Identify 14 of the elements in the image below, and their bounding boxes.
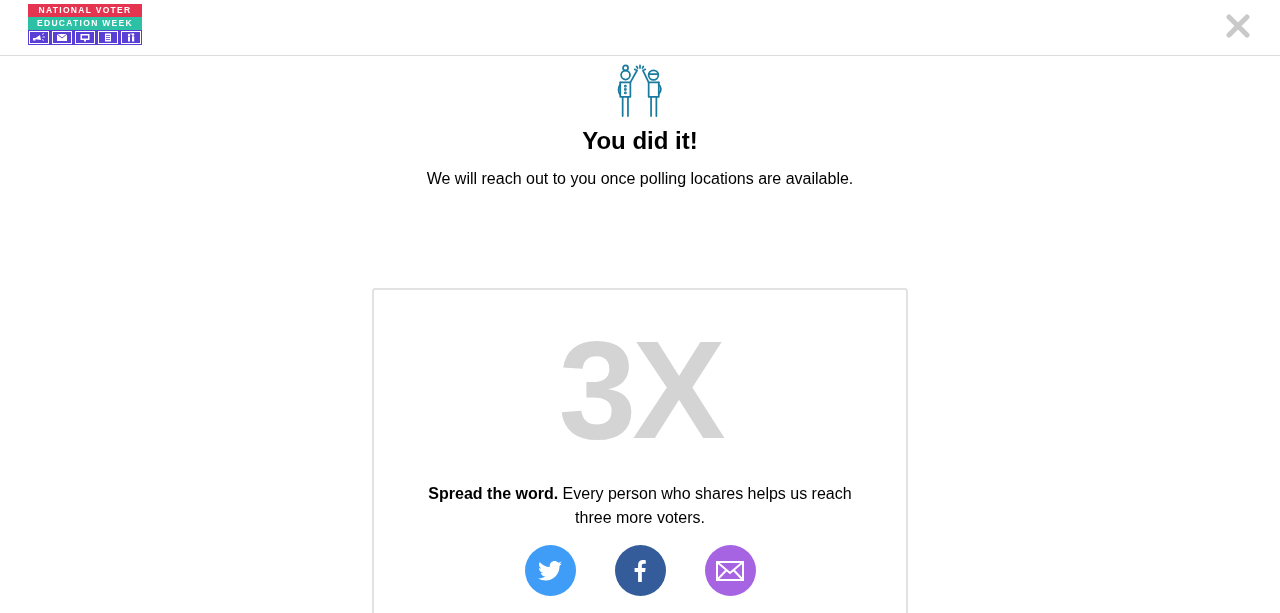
people-icon xyxy=(121,31,141,44)
envelope-icon xyxy=(716,560,744,581)
logo-text: EDUCATION WEEK xyxy=(28,17,142,30)
share-button[interactable] xyxy=(704,545,756,596)
share-button[interactable] xyxy=(614,545,666,596)
bird-icon xyxy=(538,560,562,581)
close-icon xyxy=(1226,14,1250,38)
logo-text: NATIONAL VOTER xyxy=(28,4,142,17)
success-message: We will reach out to you once polling locations are available. xyxy=(426,169,854,189)
share-message: Spread the word. Every person who shares helps us reach three more voters. xyxy=(427,484,853,528)
megaphone-icon xyxy=(29,31,49,44)
success-title: You did it! xyxy=(582,126,698,156)
share-button[interactable] xyxy=(524,545,576,596)
f-logo-icon xyxy=(634,559,646,582)
